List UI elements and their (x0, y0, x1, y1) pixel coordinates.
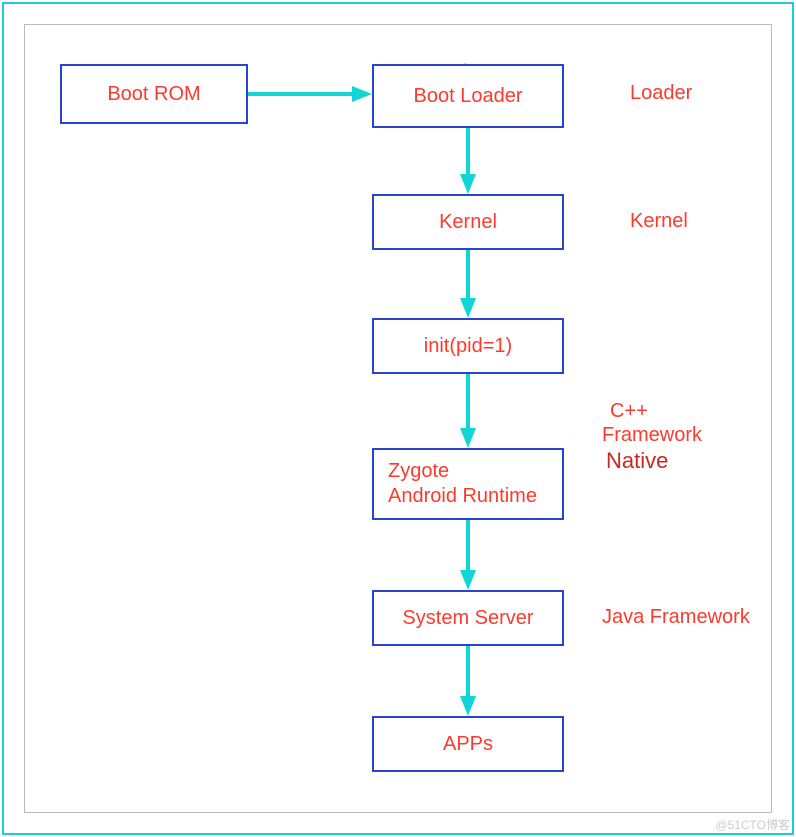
side-label-loader: Loader (630, 82, 692, 105)
node-init: init(pid=1) (372, 318, 564, 374)
node-boot-loader: Boot Loader (372, 64, 564, 128)
arrow-kernel-init (456, 250, 480, 318)
node-apps: APPs (372, 716, 564, 772)
node-system-server: System Server (372, 590, 564, 646)
inner-frame (24, 24, 772, 813)
label-boot-rom: Boot ROM (107, 83, 200, 106)
label-boot-loader: Boot Loader (414, 85, 523, 108)
watermark: @51CTO博客 (715, 816, 790, 833)
arrow-bootloader-kernel (456, 128, 480, 194)
arrow-systemserver-apps (456, 646, 480, 716)
label-zygote: Zygote Android Runtime (388, 459, 548, 509)
side-label-java-framework: Java Framework (602, 606, 750, 629)
node-boot-rom: Boot ROM (60, 64, 248, 124)
watermark-faint: · (572, 430, 576, 444)
label-kernel-node: Kernel (439, 211, 497, 234)
side-label-framework: Framework (602, 424, 702, 447)
side-label-kernel: Kernel (630, 210, 688, 233)
arrow-zygote-systemserver (456, 520, 480, 590)
node-kernel: Kernel (372, 194, 564, 250)
label-system-server: System Server (402, 607, 533, 630)
node-zygote: Zygote Android Runtime (372, 448, 564, 520)
arrow-bootrom-bootloader (248, 82, 372, 106)
label-init: init(pid=1) (424, 335, 512, 358)
arrow-init-zygote (456, 374, 480, 448)
side-label-cpp: C++ (610, 400, 648, 423)
side-label-native: Native (606, 448, 668, 474)
label-apps: APPs (443, 733, 493, 756)
